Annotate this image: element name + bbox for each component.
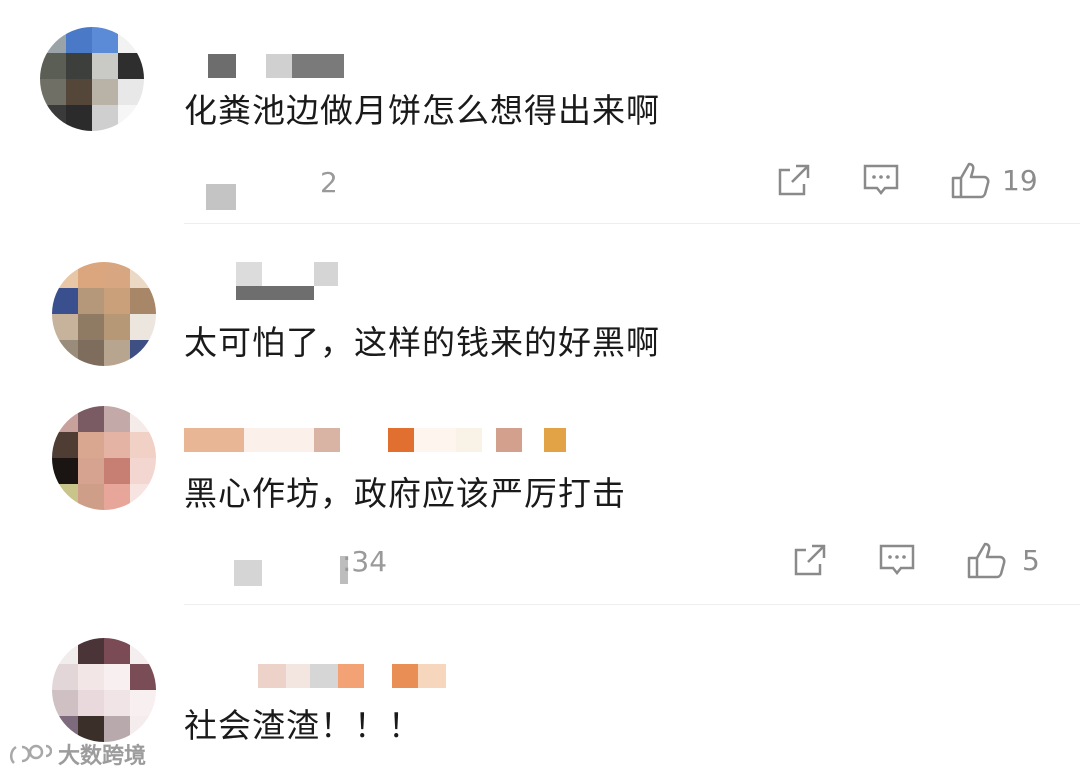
comment-text: 社会渣渣！！！ xyxy=(184,706,422,745)
avatar[interactable] xyxy=(52,406,156,510)
username-blurred[interactable] xyxy=(184,428,566,452)
avatar[interactable] xyxy=(52,262,156,366)
reply-button[interactable] xyxy=(878,542,916,578)
share-icon xyxy=(794,544,826,576)
comment-text: 化粪池边做月饼怎么想得出来啊 xyxy=(184,91,660,130)
like-icon xyxy=(951,162,990,199)
like-icon xyxy=(967,542,1006,579)
username-blurred-underline xyxy=(236,286,314,300)
comment-text: 太可怕了，这样的钱来的好黑啊 xyxy=(184,323,660,362)
comment-time: 2 xyxy=(320,166,338,199)
share-icon xyxy=(778,164,810,196)
reply-icon xyxy=(879,544,915,576)
username-blurred[interactable] xyxy=(236,262,338,286)
username-blurred[interactable] xyxy=(208,54,344,78)
brand-logo-icon xyxy=(10,744,52,764)
timestamp-blurred xyxy=(234,560,262,586)
watermark-text: 大数跨境 xyxy=(58,744,147,769)
reply-button[interactable] xyxy=(862,162,900,198)
divider xyxy=(184,223,1080,224)
comment-time: :34 xyxy=(342,545,388,578)
like-count: 19 xyxy=(1002,163,1038,197)
divider xyxy=(184,604,1080,605)
comment-text: 黑心作坊，政府应该严厉打击 xyxy=(184,474,626,513)
avatar[interactable] xyxy=(52,638,156,742)
username-blurred[interactable] xyxy=(258,664,446,688)
reply-icon xyxy=(863,164,899,196)
share-button[interactable] xyxy=(776,162,812,198)
like-button[interactable]: 19 xyxy=(950,160,1038,200)
timestamp-blurred xyxy=(206,184,236,210)
like-button[interactable]: 5 xyxy=(966,540,1040,580)
like-count: 5 xyxy=(1022,543,1040,577)
share-button[interactable] xyxy=(792,542,828,578)
watermark: 大数跨境 xyxy=(8,738,146,770)
avatar[interactable] xyxy=(40,27,144,131)
